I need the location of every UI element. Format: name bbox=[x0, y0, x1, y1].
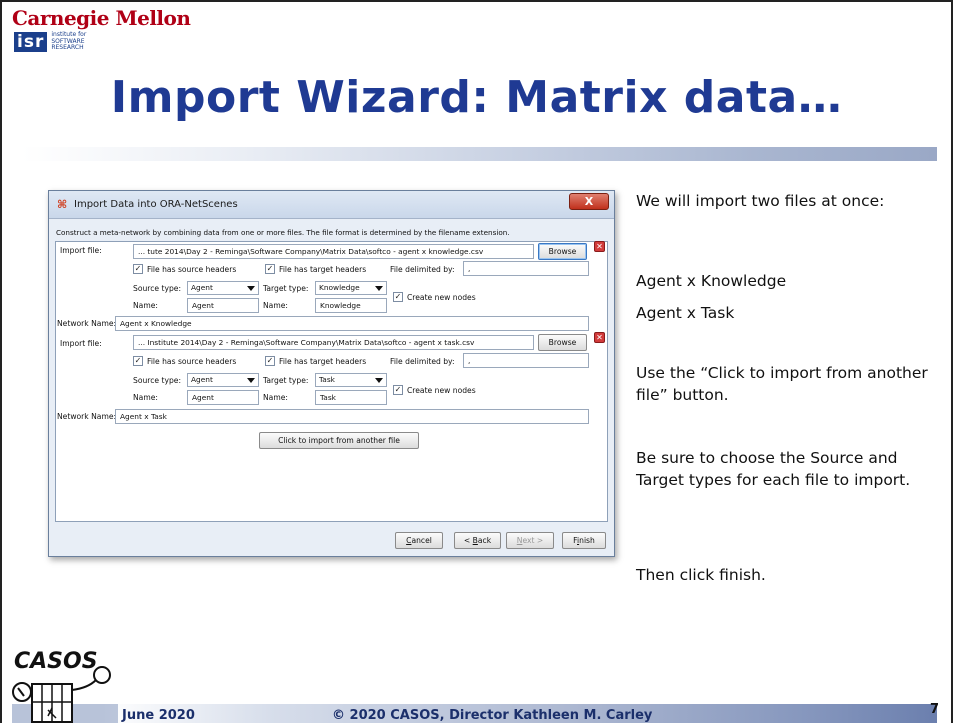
checkmark-icon: ✓ bbox=[393, 292, 403, 302]
isr-logo: isr institute for SOFTWARE RESEARCH bbox=[14, 32, 86, 52]
source-headers-checkbox[interactable]: ✓ File has source headers bbox=[133, 264, 236, 274]
delimiter-input[interactable]: , bbox=[463, 353, 589, 368]
checkmark-icon: ✓ bbox=[133, 356, 143, 366]
note-finish: Then click finish. bbox=[636, 566, 766, 584]
slide-title: Import Wizard: Matrix data… bbox=[110, 72, 843, 123]
ora-app-icon: ⌘ bbox=[57, 198, 68, 211]
browse-button[interactable]: Browse bbox=[538, 334, 587, 351]
finish-button[interactable]: Finish bbox=[562, 532, 606, 549]
chevron-down-icon bbox=[375, 286, 383, 291]
import-dialog: ⌘ Import Data into ORA-NetScenes X Const… bbox=[48, 190, 615, 557]
import-panel: Import file: ... tute 2014\Day 2 - Remin… bbox=[55, 241, 608, 522]
dialog-titlebar: ⌘ Import Data into ORA-NetScenes X bbox=[49, 191, 614, 219]
target-type-select[interactable]: Knowledge bbox=[315, 281, 387, 295]
import-file-label: Import file: bbox=[60, 246, 102, 255]
back-button[interactable]: < Back bbox=[454, 532, 501, 549]
remove-file-icon[interactable]: ✕ bbox=[594, 332, 605, 343]
delimited-label: File delimited by: bbox=[390, 357, 455, 366]
close-button[interactable]: X bbox=[569, 193, 609, 210]
source-type-select[interactable]: Agent bbox=[187, 281, 259, 295]
import-file-label: Import file: bbox=[60, 339, 102, 348]
checkmark-icon: ✓ bbox=[265, 264, 275, 274]
title-divider bbox=[22, 147, 937, 161]
source-type-label: Source type: bbox=[133, 376, 182, 385]
cancel-button[interactable]: Cancel bbox=[395, 532, 443, 549]
delimited-label: File delimited by: bbox=[390, 265, 455, 274]
target-name-input[interactable]: Task bbox=[315, 390, 387, 405]
create-nodes-checkbox[interactable]: ✓ Create new nodes bbox=[393, 385, 476, 395]
target-name-label: Name: bbox=[263, 301, 288, 310]
cmu-logo: Carnegie Mellon bbox=[12, 6, 191, 30]
casos-logo-text: CASOS bbox=[14, 649, 98, 674]
dialog-description: Construct a meta-network by combining da… bbox=[56, 228, 510, 237]
target-name-label: Name: bbox=[263, 393, 288, 402]
import-file-input[interactable]: ... tute 2014\Day 2 - Reminga\Software C… bbox=[133, 244, 534, 259]
source-name-input[interactable]: Agent bbox=[187, 390, 259, 405]
import-file-input[interactable]: ... Institute 2014\Day 2 - Reminga\Softw… bbox=[133, 335, 534, 350]
source-headers-checkbox[interactable]: ✓ File has source headers bbox=[133, 356, 236, 366]
create-nodes-checkbox[interactable]: ✓ Create new nodes bbox=[393, 292, 476, 302]
footer-copyright: © 2020 CASOS, Director Kathleen M. Carle… bbox=[332, 708, 653, 723]
isr-logo-text: institute for SOFTWARE RESEARCH bbox=[51, 31, 87, 52]
target-headers-checkbox[interactable]: ✓ File has target headers bbox=[265, 356, 366, 366]
browse-button[interactable]: Browse bbox=[538, 243, 587, 260]
source-name-label: Name: bbox=[133, 393, 158, 402]
note-types: Be sure to choose the Source and Target … bbox=[636, 449, 911, 489]
note-file-1: Agent x Knowledge bbox=[636, 272, 787, 290]
source-type-label: Source type: bbox=[133, 284, 182, 293]
network-name-input[interactable]: Agent x Knowledge bbox=[115, 316, 589, 331]
target-name-input[interactable]: Knowledge bbox=[315, 298, 387, 313]
checkmark-icon: ✓ bbox=[133, 264, 143, 274]
source-type-select[interactable]: Agent bbox=[187, 373, 259, 387]
note-intro: We will import two files at once: bbox=[636, 192, 885, 210]
dialog-title: Import Data into ORA-NetScenes bbox=[74, 199, 238, 210]
source-name-input[interactable]: Agent bbox=[187, 298, 259, 313]
page-number: 7 bbox=[930, 702, 940, 717]
chevron-down-icon bbox=[247, 378, 255, 383]
note-file-2: Agent x Task bbox=[636, 304, 735, 322]
target-type-label: Target type: bbox=[263, 376, 309, 385]
chevron-down-icon bbox=[375, 378, 383, 383]
import-another-file-button[interactable]: Click to import from another file bbox=[259, 432, 419, 449]
chevron-down-icon bbox=[247, 286, 255, 291]
network-name-input[interactable]: Agent x Task bbox=[115, 409, 589, 424]
footer-date: June 2020 bbox=[122, 708, 195, 723]
remove-file-icon[interactable]: ✕ bbox=[594, 241, 605, 252]
target-headers-checkbox[interactable]: ✓ File has target headers bbox=[265, 264, 366, 274]
network-name-label: Network Name: bbox=[57, 412, 117, 421]
target-type-label: Target type: bbox=[263, 284, 309, 293]
slide: Carnegie Mellon isr institute for SOFTWA… bbox=[0, 0, 953, 723]
target-type-select[interactable]: Task bbox=[315, 373, 387, 387]
source-name-label: Name: bbox=[133, 301, 158, 310]
next-button[interactable]: Next > bbox=[506, 532, 554, 549]
note-import-button: Use the “Click to import from another fi… bbox=[636, 364, 928, 404]
delimiter-input[interactable]: , bbox=[463, 261, 589, 276]
network-name-label: Network Name: bbox=[57, 319, 117, 328]
checkmark-icon: ✓ bbox=[265, 356, 275, 366]
isr-logo-mark: isr bbox=[14, 32, 48, 52]
checkmark-icon: ✓ bbox=[393, 385, 403, 395]
